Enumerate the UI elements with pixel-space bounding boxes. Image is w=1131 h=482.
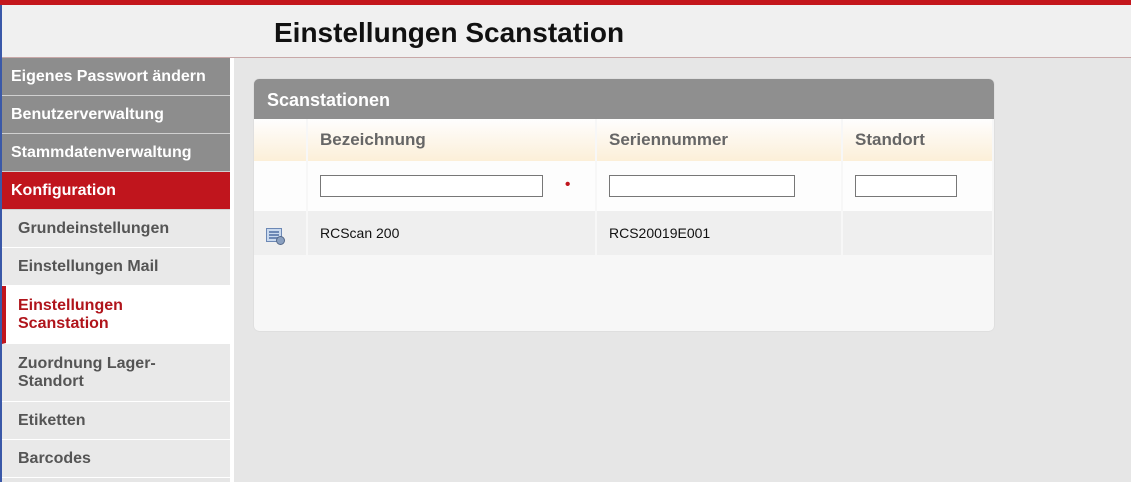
panel-title: Scanstationen <box>254 79 994 119</box>
column-header-actions <box>254 119 308 161</box>
sidebar-subitem-label: Zuordnung Lager-Standort <box>18 354 156 390</box>
row-action-cell <box>254 211 308 255</box>
sidebar: Eigenes Passwort ändern Benutzerverwaltu… <box>2 58 230 478</box>
column-header-standort[interactable]: Standort <box>843 119 994 161</box>
filter-seriennummer-input[interactable] <box>609 175 795 197</box>
filter-cell-bezeichnung: • <box>308 161 597 211</box>
filter-cell-standort <box>843 161 994 211</box>
sidebar-subitem-label: Einstellungen Scanstation <box>18 296 123 332</box>
scanstationen-panel: Scanstationen Bezeichnung Seriennummer S… <box>254 79 994 331</box>
sidebar-subitem-einstellungen-scanstation[interactable]: Einstellungen Scanstation <box>2 286 230 344</box>
table-row[interactable]: RCScan 200 RCS20019E001 <box>254 211 994 255</box>
filter-bezeichnung-input[interactable] <box>320 175 543 197</box>
column-header-bezeichnung[interactable]: Bezeichnung <box>308 119 597 161</box>
sidebar-subitem-etiketten[interactable]: Etiketten <box>2 402 230 440</box>
cell-seriennummer: RCS20019E001 <box>597 211 843 255</box>
sidebar-item-konfiguration[interactable]: Konfiguration <box>2 172 230 210</box>
column-header-seriennummer[interactable]: Seriennummer <box>597 119 843 161</box>
sidebar-subitem-barcodes[interactable]: Barcodes <box>2 440 230 478</box>
filter-row: • <box>254 161 994 211</box>
table-header-row: Bezeichnung Seriennummer Standort <box>254 119 994 161</box>
edit-scanstation-icon[interactable] <box>266 227 285 245</box>
required-marker: • <box>564 175 571 193</box>
page-title: Einstellungen Scanstation <box>274 17 625 48</box>
sidebar-subitem-grundeinstellungen[interactable]: Grundeinstellungen <box>2 210 230 248</box>
sidebar-item-benutzerverwaltung[interactable]: Benutzerverwaltung <box>2 96 230 134</box>
page-header: Einstellungen Scanstation <box>0 5 1131 58</box>
cell-bezeichnung: RCScan 200 <box>308 211 597 255</box>
cell-standort <box>843 211 994 255</box>
filter-standort-input[interactable] <box>855 175 957 197</box>
sidebar-item-stammdatenverwaltung[interactable]: Stammdatenverwaltung <box>2 134 230 172</box>
sidebar-subitem-einstellungen-mail[interactable]: Einstellungen Mail <box>2 248 230 286</box>
sidebar-subitem-zuordnung-lager-standort[interactable]: Zuordnung Lager-Standort <box>2 344 230 402</box>
filter-cell-empty <box>254 161 308 211</box>
filter-cell-seriennummer <box>597 161 843 211</box>
scanstationen-table: Bezeichnung Seriennummer Standort • RCSc… <box>254 119 994 255</box>
sidebar-divider <box>230 58 234 482</box>
sidebar-item-passwort[interactable]: Eigenes Passwort ändern <box>2 58 230 96</box>
